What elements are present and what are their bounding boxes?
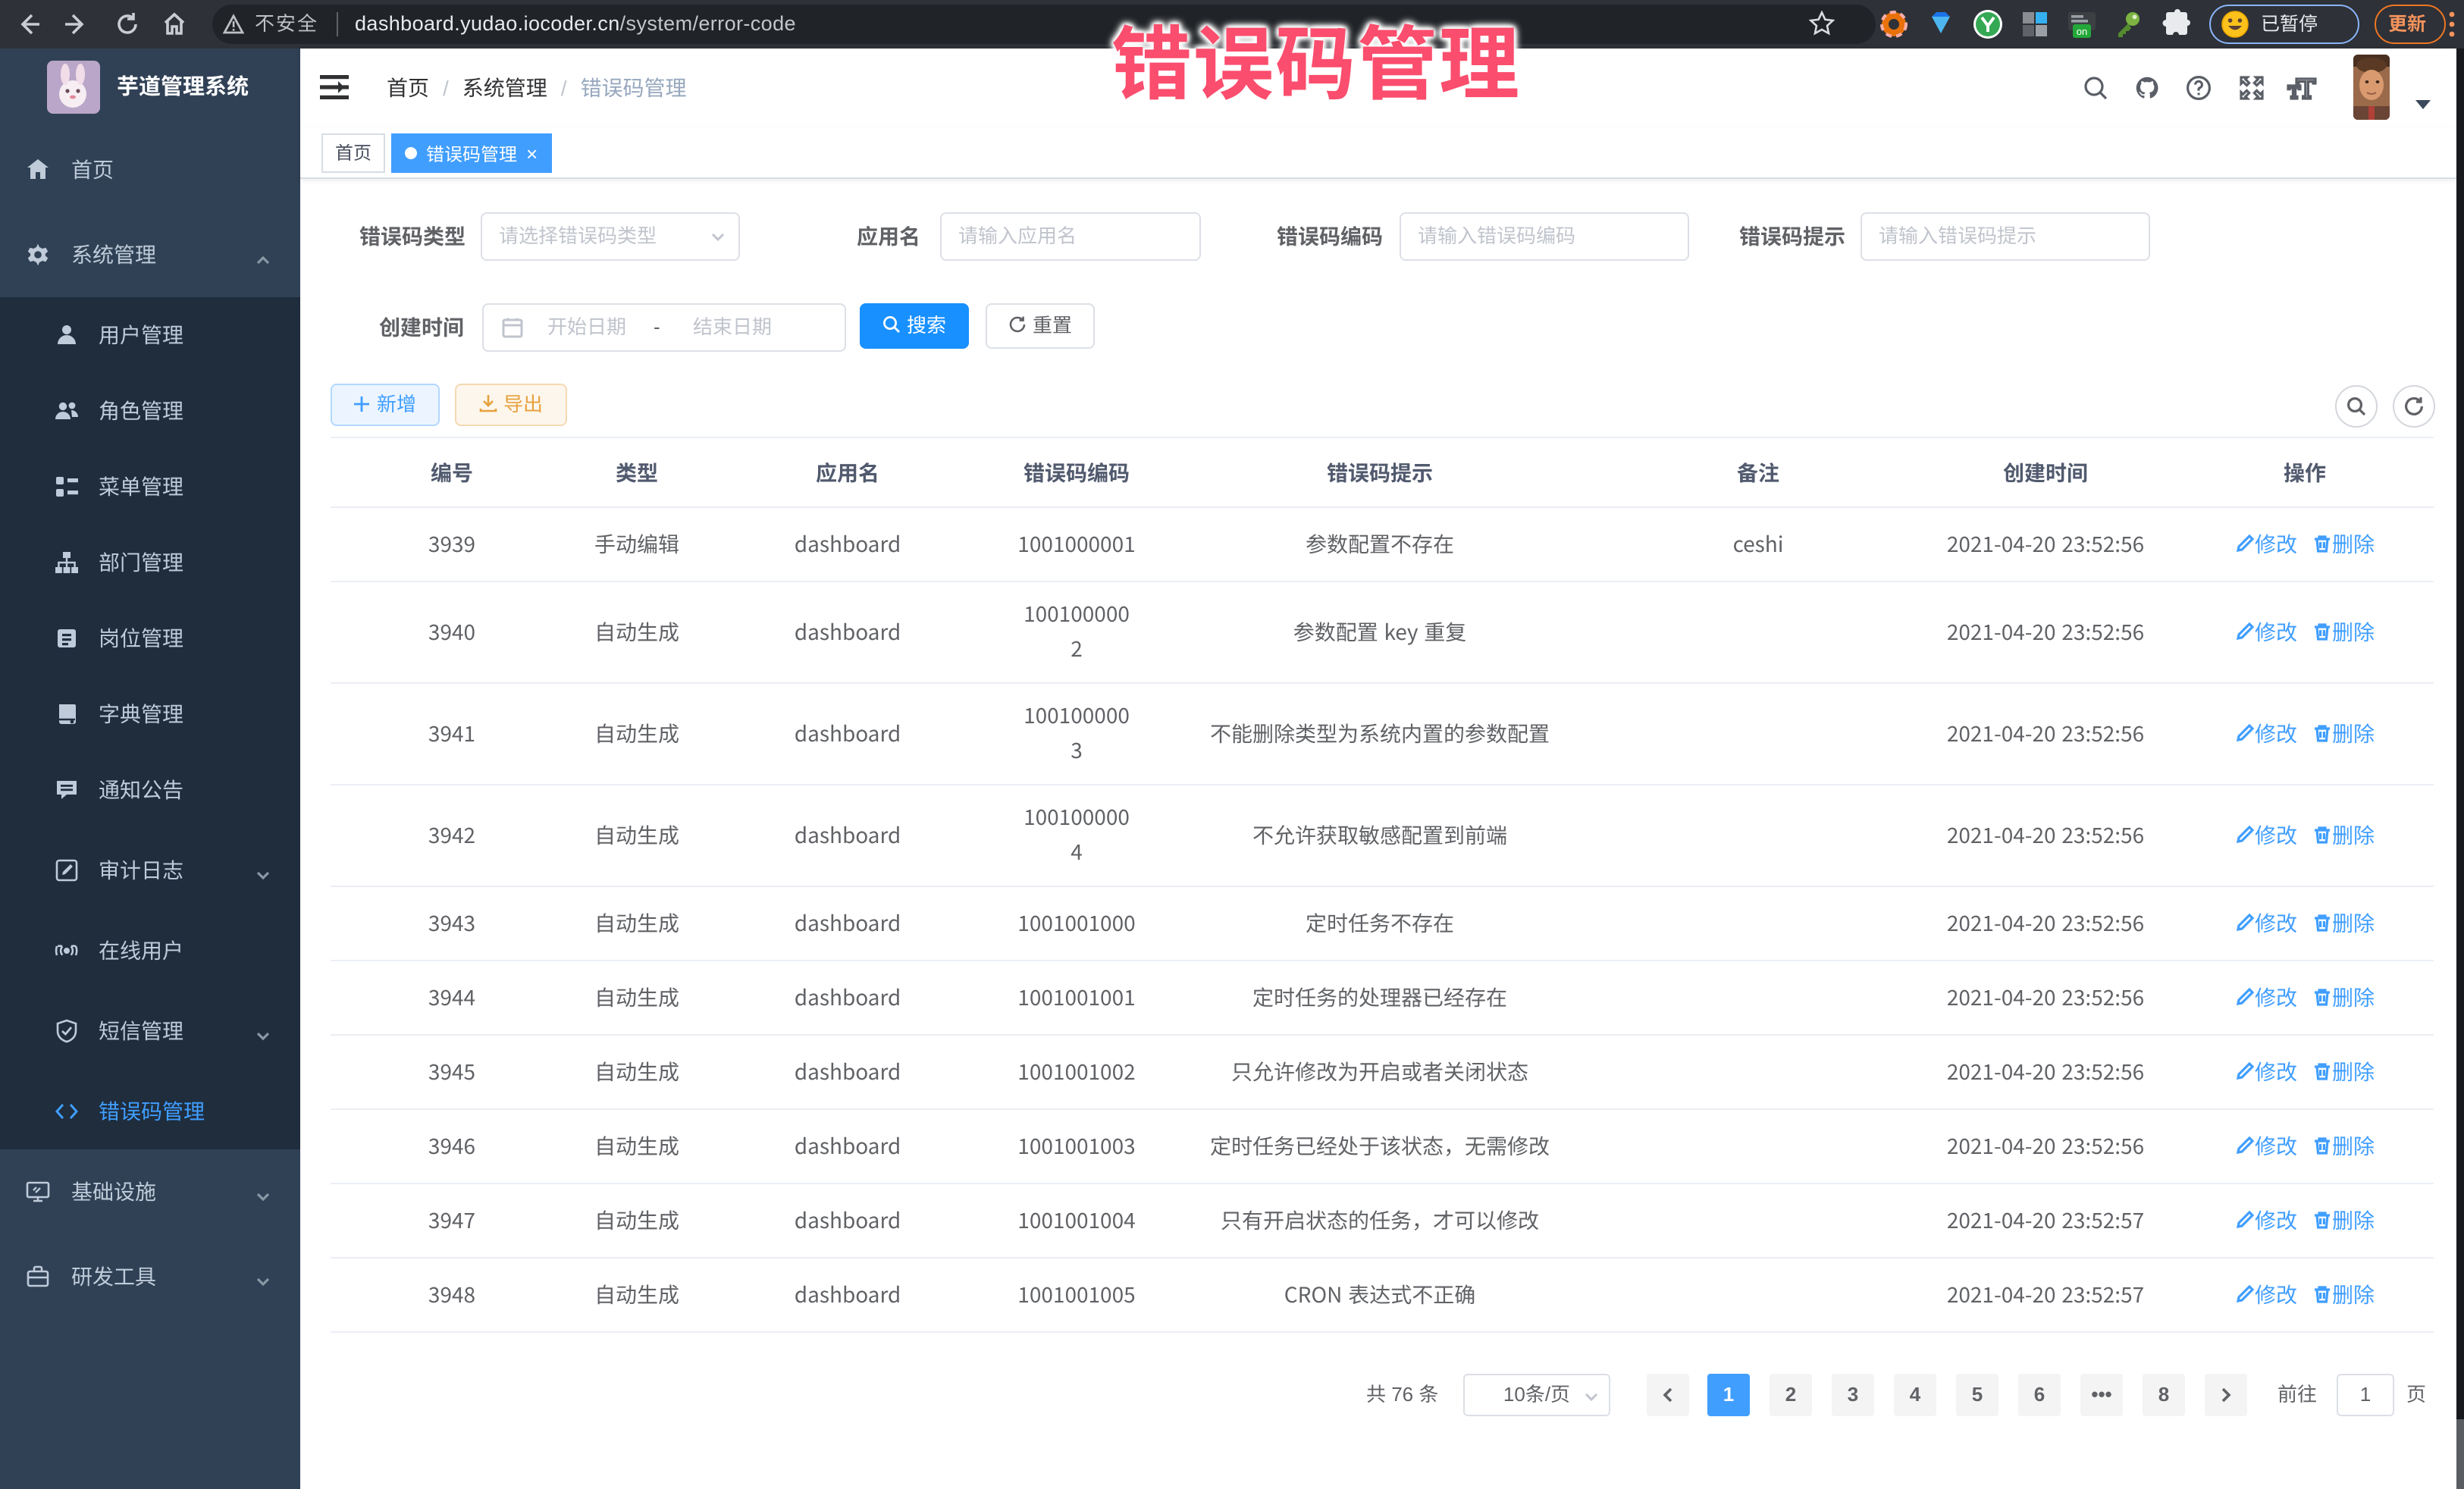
svg-text:on: on [2077, 26, 2087, 37]
